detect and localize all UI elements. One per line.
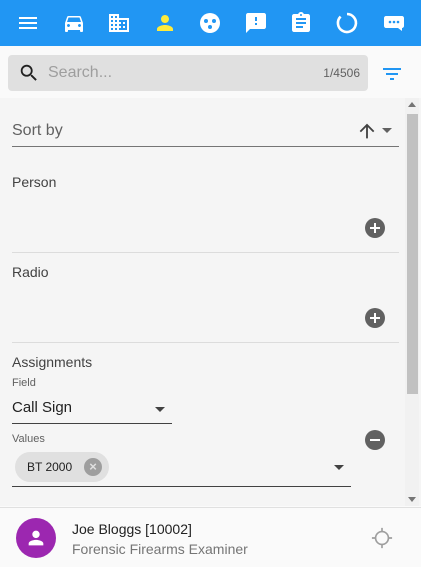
avatar xyxy=(16,518,56,558)
alert-icon[interactable] xyxy=(243,10,269,36)
filter-panel[interactable]: Sort by Person Radio Assignments Field C… xyxy=(0,98,421,506)
values-select[interactable]: BT 2000 × xyxy=(12,448,351,487)
add-radio-button[interactable] xyxy=(365,308,385,328)
divider xyxy=(12,342,399,343)
person-section-title: Person xyxy=(12,174,57,190)
person-icon[interactable] xyxy=(152,10,178,36)
radio-section-title: Radio xyxy=(12,264,49,280)
scrollbar[interactable] xyxy=(405,98,419,506)
radio-icon[interactable] xyxy=(197,10,223,36)
building-icon[interactable] xyxy=(106,10,132,36)
result-count: 1/4506 xyxy=(323,66,360,80)
field-label: Field xyxy=(12,377,36,389)
top-app-bar xyxy=(0,0,421,46)
progress-icon[interactable] xyxy=(334,10,360,36)
chevron-down-icon xyxy=(334,465,344,470)
search-icon xyxy=(20,64,37,81)
close-icon[interactable]: × xyxy=(84,458,102,476)
user-card: Joe Bloggs [10002] Forensic Firearms Exa… xyxy=(0,507,421,567)
divider xyxy=(12,252,399,253)
field-value: Call Sign xyxy=(12,399,73,416)
assignments-section-title: Assignments xyxy=(12,354,93,370)
remove-assignment-button[interactable] xyxy=(365,430,385,450)
scroll-down-icon[interactable] xyxy=(408,497,416,502)
filter-icon[interactable] xyxy=(380,62,404,86)
arrow-up-icon[interactable] xyxy=(356,120,378,142)
crosshair-icon[interactable] xyxy=(371,527,393,549)
field-select[interactable]: Call Sign xyxy=(12,393,172,424)
sort-by-select[interactable]: Sort by xyxy=(12,114,399,147)
user-role: Forensic Firearms Examiner xyxy=(72,541,248,557)
chip-label: BT 2000 xyxy=(27,460,73,474)
search-bar: 1/4506 xyxy=(8,55,368,91)
chevron-down-icon xyxy=(155,407,165,412)
car-icon[interactable] xyxy=(61,10,87,36)
add-person-button[interactable] xyxy=(365,218,385,238)
search-input[interactable] xyxy=(48,61,268,85)
scroll-up-icon[interactable] xyxy=(408,102,416,107)
values-label: Values xyxy=(12,433,45,445)
chevron-down-icon xyxy=(382,128,392,133)
scrollbar-thumb[interactable] xyxy=(407,114,418,394)
menu-icon[interactable] xyxy=(15,10,41,36)
value-chip[interactable]: BT 2000 × xyxy=(15,452,109,482)
sort-by-label: Sort by xyxy=(12,122,63,139)
person-icon xyxy=(28,530,44,546)
clipboard-icon[interactable] xyxy=(288,10,314,36)
chat-icon[interactable] xyxy=(381,10,407,36)
user-name: Joe Bloggs [10002] xyxy=(72,521,192,537)
